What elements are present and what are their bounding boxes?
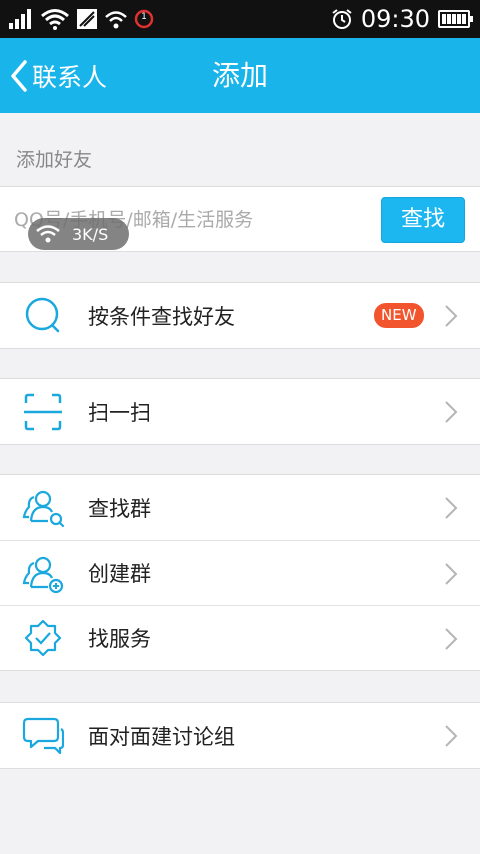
menu-group-face-to-face: 面对面建讨论组 bbox=[0, 702, 480, 769]
find-service-item[interactable]: 找服务 bbox=[0, 605, 480, 670]
battery-icon bbox=[438, 10, 473, 28]
menu-group-condition: 按条件查找好友 NEW bbox=[0, 282, 480, 349]
page-title: 添加 bbox=[211, 59, 268, 92]
create-group-label: 创建群 bbox=[88, 562, 151, 586]
scan-icon bbox=[24, 393, 62, 431]
network-speed-text: 3K/S bbox=[72, 224, 109, 244]
find-by-condition-label: 按条件查找好友 bbox=[88, 304, 235, 329]
status-bar: 1 09:30 bbox=[0, 0, 480, 38]
status-time: 09:30 bbox=[360, 5, 430, 33]
face-to-face-label: 面对面建讨论组 bbox=[88, 724, 235, 749]
find-group-item[interactable]: 查找群 bbox=[0, 475, 480, 540]
chevron-right-icon bbox=[445, 305, 458, 327]
find-by-condition-item[interactable]: 按条件查找好友 NEW bbox=[0, 283, 480, 348]
scan-item[interactable]: 扫一扫 bbox=[0, 379, 480, 444]
create-group-item[interactable]: 创建群 bbox=[0, 540, 480, 605]
network-speed-toast: 3K/S bbox=[28, 218, 129, 250]
search-icon bbox=[25, 297, 60, 333]
chevron-right-icon bbox=[445, 725, 458, 747]
verified-service-icon bbox=[24, 619, 62, 657]
chevron-right-icon bbox=[445, 563, 458, 585]
search-button[interactable]: 查找 bbox=[381, 197, 465, 243]
wifi-icon bbox=[36, 225, 60, 243]
chevron-right-icon bbox=[445, 497, 458, 519]
section-label-add-friend: 添加好友 bbox=[16, 149, 93, 171]
signal-icon bbox=[9, 9, 31, 29]
wifi-hotspot-icon bbox=[105, 11, 127, 29]
alarm-icon bbox=[332, 9, 352, 29]
new-badge: NEW bbox=[374, 303, 424, 328]
wifi-icon bbox=[41, 9, 69, 30]
menu-group-groups: 查找群 创建群 找服务 bbox=[0, 474, 480, 671]
face-to-face-item[interactable]: 面对面建讨论组 bbox=[0, 703, 480, 768]
find-group-icon bbox=[22, 490, 64, 528]
notification-badge-icon: 1 bbox=[134, 9, 154, 29]
menu-group-scan: 扫一扫 bbox=[0, 378, 480, 445]
find-service-label: 找服务 bbox=[88, 627, 151, 651]
chevron-right-icon bbox=[445, 401, 458, 423]
chat-bubbles-icon bbox=[22, 717, 64, 755]
create-group-icon bbox=[22, 556, 64, 594]
nav-bar: 联系人 添加 bbox=[0, 38, 480, 113]
usb-debug-icon bbox=[77, 9, 97, 29]
chevron-right-icon bbox=[445, 628, 458, 650]
find-group-label: 查找群 bbox=[88, 496, 151, 521]
scan-label: 扫一扫 bbox=[88, 400, 151, 425]
notification-count: 1 bbox=[141, 12, 147, 22]
